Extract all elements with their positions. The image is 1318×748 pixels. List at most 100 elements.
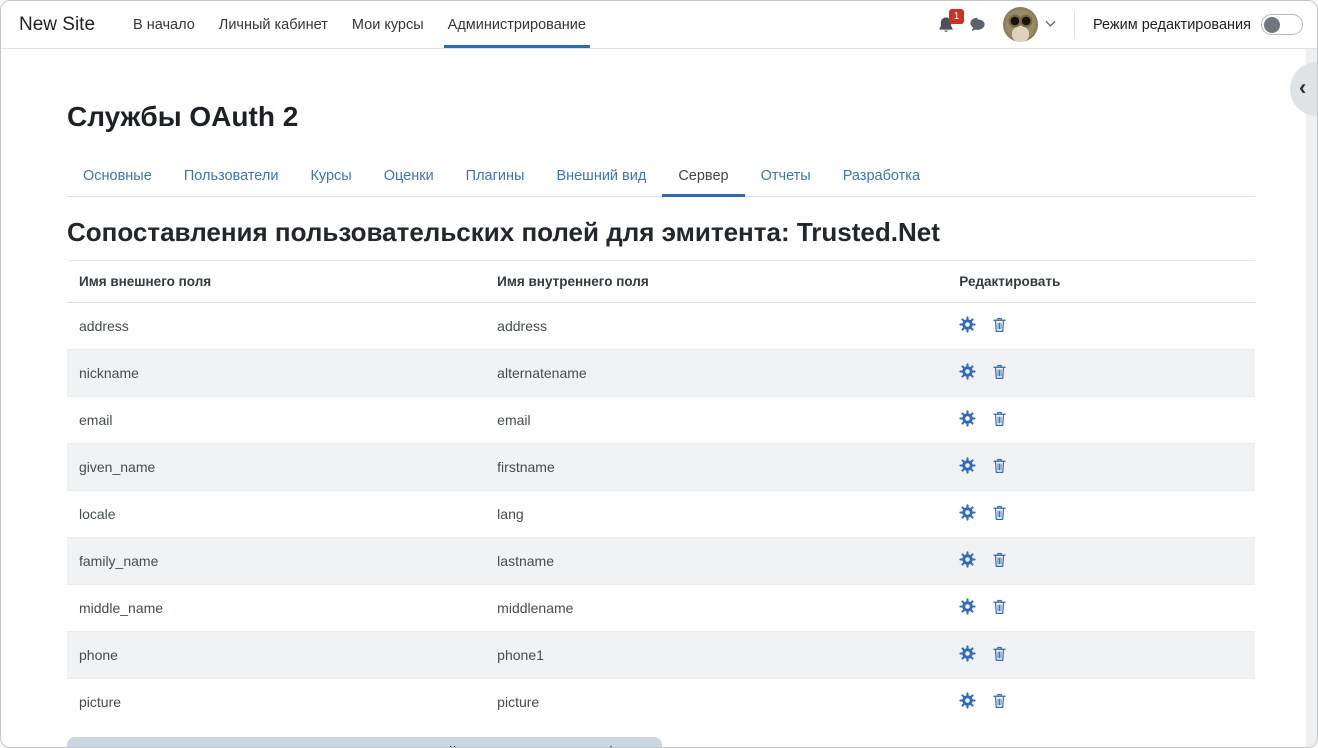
table-header: Имя внешнего поля Имя внутреннего поля Р… bbox=[67, 261, 1255, 303]
table-row: phone phone1 bbox=[67, 632, 1255, 679]
delete-mapping-button[interactable] bbox=[992, 363, 1007, 383]
page-title: Службы OAuth 2 bbox=[67, 101, 1255, 133]
navbar-right: 1 Режим редактирования bbox=[930, 1, 1303, 48]
site-brand[interactable]: New Site bbox=[19, 1, 95, 48]
table-body: address address bbox=[67, 303, 1255, 726]
external-field-name: phone bbox=[67, 632, 485, 679]
table-row: address address bbox=[67, 303, 1255, 350]
external-field-name: middle_name bbox=[67, 585, 485, 632]
chevron-down-icon[interactable] bbox=[1045, 19, 1056, 31]
notifications-button[interactable]: 1 bbox=[930, 9, 962, 41]
chevron-left-icon: ‹ bbox=[1299, 74, 1306, 100]
external-field-name: address bbox=[67, 303, 485, 350]
gear-icon bbox=[959, 410, 976, 427]
messages-button[interactable] bbox=[962, 9, 993, 40]
delete-mapping-button[interactable] bbox=[992, 598, 1007, 618]
edit-mapping-button[interactable] bbox=[959, 457, 976, 477]
admin-tab[interactable]: Внешний вид bbox=[540, 159, 662, 197]
table-row: locale lang bbox=[67, 491, 1255, 538]
admin-tab[interactable]: Плагины bbox=[450, 159, 541, 197]
edit-mode-control: Режим редактирования bbox=[1093, 14, 1303, 35]
trash-icon bbox=[992, 645, 1007, 662]
internal-field-name: phone1 bbox=[485, 632, 947, 679]
table-row: family_name lastname bbox=[67, 538, 1255, 585]
internal-field-name: lang bbox=[485, 491, 947, 538]
navbar-divider bbox=[1074, 11, 1075, 39]
main-content: Службы OAuth 2 Основные Пользователи Кур… bbox=[1, 101, 1317, 748]
trash-icon bbox=[992, 504, 1007, 521]
field-mapping-table: Имя внешнего поля Имя внутреннего поля Р… bbox=[67, 260, 1255, 725]
gear-icon bbox=[959, 316, 976, 333]
gear-icon bbox=[959, 363, 976, 380]
navbar-item[interactable]: Администрирование bbox=[436, 1, 598, 48]
primary-navigation: В начало Личный кабинет Мои курсы Админи… bbox=[121, 1, 598, 48]
column-internal-field: Имя внутреннего поля bbox=[485, 261, 947, 303]
internal-field-name: address bbox=[485, 303, 947, 350]
internal-field-name: picture bbox=[485, 679, 947, 726]
trash-icon bbox=[992, 551, 1007, 568]
user-avatar[interactable] bbox=[1003, 7, 1038, 42]
delete-mapping-button[interactable] bbox=[992, 410, 1007, 430]
edit-mode-label: Режим редактирования bbox=[1093, 17, 1251, 33]
app-window: New Site В начало Личный кабинет Мои кур… bbox=[0, 0, 1318, 748]
gear-icon bbox=[959, 692, 976, 709]
trash-icon bbox=[992, 457, 1007, 474]
internal-field-name: firstname bbox=[485, 444, 947, 491]
trash-icon bbox=[992, 692, 1007, 709]
top-navbar: New Site В начало Личный кабинет Мои кур… bbox=[1, 1, 1317, 49]
table-row: middle_name middlename bbox=[67, 585, 1255, 632]
admin-tab[interactable]: Сервер bbox=[662, 159, 744, 197]
table-row: picture picture bbox=[67, 679, 1255, 726]
navbar-item[interactable]: Личный кабинет bbox=[207, 1, 340, 48]
delete-mapping-button[interactable] bbox=[992, 692, 1007, 712]
edit-mode-toggle[interactable] bbox=[1261, 14, 1303, 35]
drawer-strip bbox=[1306, 49, 1317, 747]
admin-tab[interactable]: Отчеты bbox=[745, 159, 827, 197]
admin-tab[interactable]: Курсы bbox=[294, 159, 367, 197]
chat-bubble-icon bbox=[968, 15, 987, 34]
gear-icon bbox=[959, 457, 976, 474]
delete-mapping-button[interactable] bbox=[992, 645, 1007, 665]
navbar-item[interactable]: Мои курсы bbox=[340, 1, 436, 48]
toggle-knob bbox=[1264, 17, 1280, 33]
table-row: given_name firstname bbox=[67, 444, 1255, 491]
edit-mapping-button[interactable] bbox=[959, 551, 976, 571]
gear-icon bbox=[959, 504, 976, 521]
external-field-name: given_name bbox=[67, 444, 485, 491]
internal-field-name: lastname bbox=[485, 538, 947, 585]
table-row: nickname alternatename bbox=[67, 350, 1255, 397]
delete-mapping-button[interactable] bbox=[992, 504, 1007, 524]
column-edit: Редактировать bbox=[947, 261, 1255, 303]
edit-mapping-button[interactable] bbox=[959, 363, 976, 383]
edit-mapping-button[interactable] bbox=[959, 410, 976, 430]
section-heading: Сопоставления пользовательских полей для… bbox=[67, 217, 1255, 248]
external-field-name: email bbox=[67, 397, 485, 444]
admin-tab[interactable]: Разработка bbox=[827, 159, 936, 197]
trash-icon bbox=[992, 316, 1007, 333]
admin-tabs: Основные Пользователи Курсы Оценки Плаги… bbox=[67, 159, 1255, 197]
column-external-field: Имя внешнего поля bbox=[67, 261, 485, 303]
delete-mapping-button[interactable] bbox=[992, 551, 1007, 571]
admin-tab[interactable]: Пользователи bbox=[168, 159, 295, 197]
admin-tab[interactable]: Основные bbox=[67, 159, 168, 197]
edit-mapping-button[interactable] bbox=[959, 316, 976, 336]
table-row: email email bbox=[67, 397, 1255, 444]
navbar-item[interactable]: В начало bbox=[121, 1, 207, 48]
edit-mapping-button[interactable] bbox=[959, 504, 976, 524]
edit-mapping-button[interactable] bbox=[959, 598, 976, 618]
edit-mapping-button[interactable] bbox=[959, 645, 976, 665]
external-field-name: locale bbox=[67, 491, 485, 538]
delete-mapping-button[interactable] bbox=[992, 457, 1007, 477]
trash-icon bbox=[992, 363, 1007, 380]
delete-mapping-button[interactable] bbox=[992, 316, 1007, 336]
gear-icon bbox=[959, 645, 976, 662]
external-field-name: nickname bbox=[67, 350, 485, 397]
external-field-name: family_name bbox=[67, 538, 485, 585]
external-field-name: picture bbox=[67, 679, 485, 726]
edit-mapping-button[interactable] bbox=[959, 692, 976, 712]
admin-tab[interactable]: Оценки bbox=[368, 159, 450, 197]
create-mapping-button[interactable]: Создать сопоставление новых пользователь… bbox=[67, 737, 662, 748]
internal-field-name: alternatename bbox=[485, 350, 947, 397]
internal-field-name: email bbox=[485, 397, 947, 444]
trash-icon bbox=[992, 410, 1007, 427]
